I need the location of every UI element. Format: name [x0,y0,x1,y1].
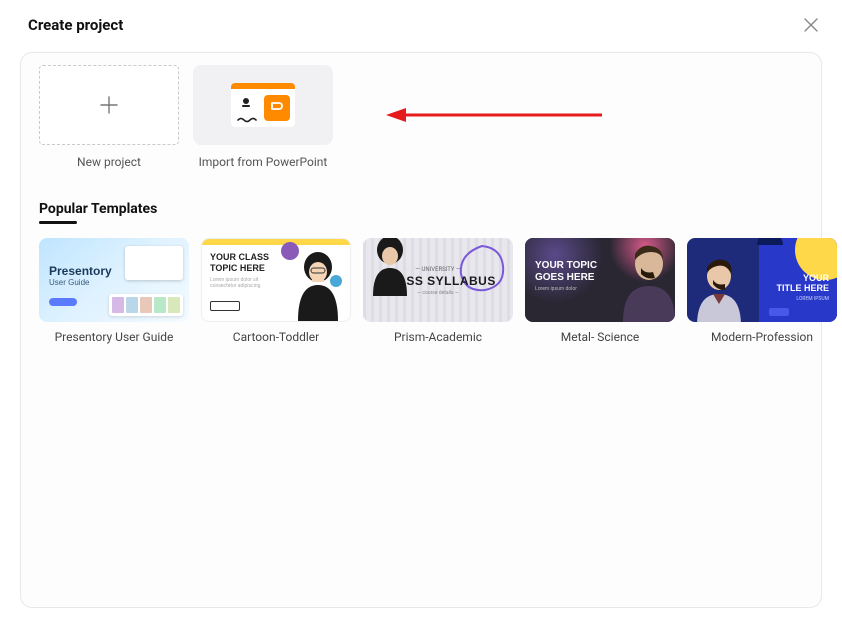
templates-row: Presentory User Guide Presentory User Gu… [39,238,803,344]
template-card-modern[interactable]: YOUR TITLE HERE LOREM IPSUM Modern-Profe… [687,238,837,344]
template-card-presentory[interactable]: Presentory User Guide Presentory User Gu… [39,238,189,344]
close-button[interactable] [800,14,822,36]
template-thumb: — UNIVERSITY — CLASS SYLLABUS — course d… [363,238,513,322]
create-project-dialog: Create project New project [0,0,842,628]
person-photo-icon [687,254,757,322]
template-label: Prism-Academic [363,330,513,344]
squiggle-icon [237,117,257,123]
import-powerpoint-button[interactable] [193,65,333,145]
template-card-metal[interactable]: YOUR TOPIC GOES HERE Lorem ipsum dolor M… [525,238,675,344]
new-project-button[interactable] [39,65,179,145]
person-icon [239,97,253,111]
template-thumb: YOUR TOPIC GOES HERE Lorem ipsum dolor [525,238,675,322]
close-icon [804,18,818,32]
dialog-header: Create project [0,0,842,42]
main-panel: New project Import from PowerPoint [20,52,822,608]
import-powerpoint-label: Import from PowerPoint [193,155,333,169]
popular-templates-heading: Popular Templates [39,201,803,217]
annotation-arrow [384,105,604,125]
template-label: Modern-Profession [687,330,837,344]
create-options-row: New project Import from PowerPoint [39,65,803,177]
template-card-prism[interactable]: — UNIVERSITY — CLASS SYLLABUS — course d… [363,238,513,344]
template-label: Cartoon-Toddler [201,330,351,344]
template-card-cartoon[interactable]: YOUR CLASS TOPIC HERE Lorem ipsum dolor … [201,238,351,344]
template-thumb: Presentory User Guide [39,238,189,322]
dialog-title: Create project [28,16,123,34]
template-label: Presentory User Guide [39,330,189,344]
plus-icon [98,94,120,116]
new-project-label: New project [39,155,179,169]
template-thumb: YOUR CLASS TOPIC HERE Lorem ipsum dolor … [201,238,351,322]
cartoon-person-icon [272,238,350,321]
person-photo-icon [611,238,675,322]
heading-underline [39,221,77,224]
template-thumb: YOUR TITLE HERE LOREM IPSUM [687,238,837,322]
new-project-card: New project [39,65,179,169]
p-badge [264,95,290,121]
powerpoint-icon [231,83,295,127]
half-circle-icon [757,238,783,258]
template-label: Metal- Science [525,330,675,344]
import-powerpoint-card: Import from PowerPoint [193,65,333,169]
